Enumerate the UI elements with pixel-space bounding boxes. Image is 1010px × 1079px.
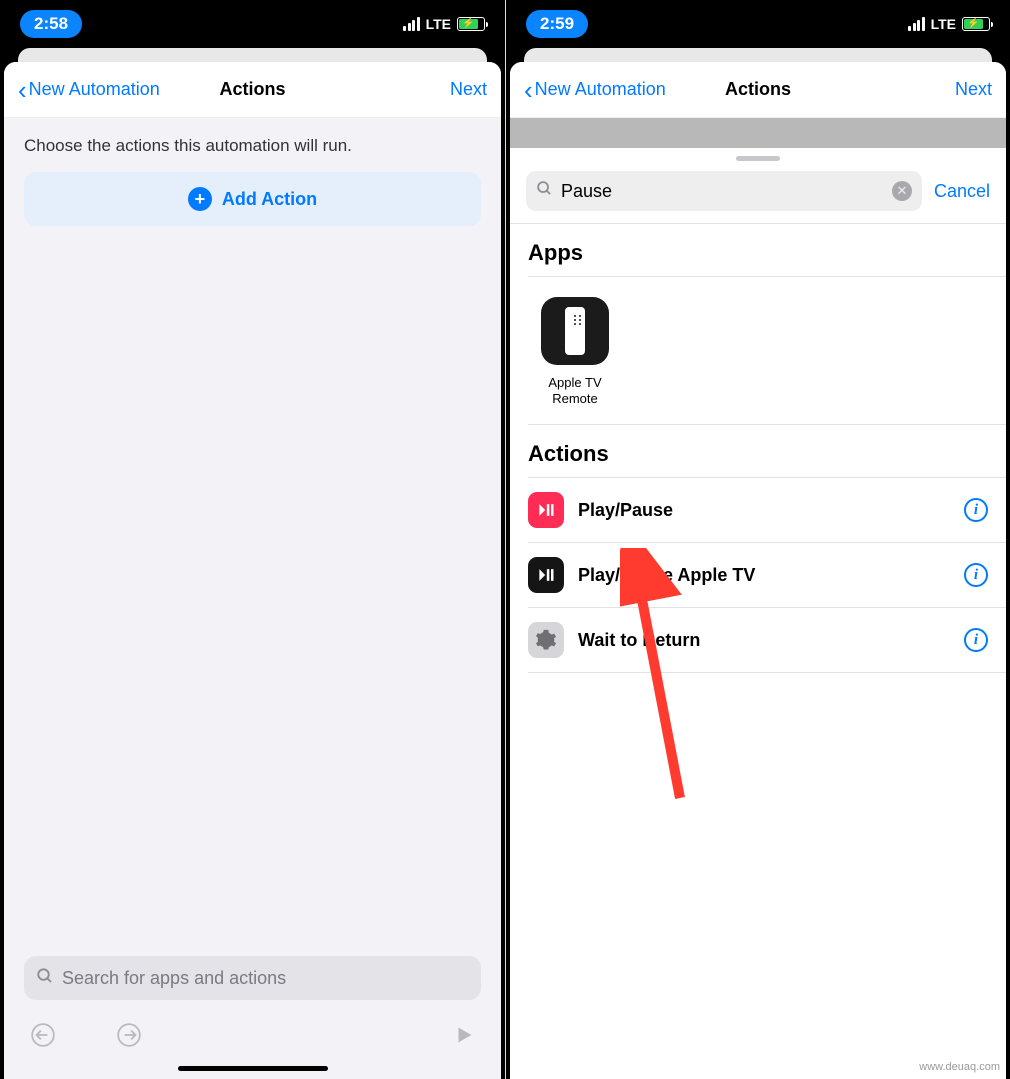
- status-right: LTE ⚡: [403, 16, 485, 32]
- battery-icon: ⚡: [962, 17, 990, 31]
- battery-icon: ⚡: [457, 17, 485, 31]
- search-placeholder: Search for apps and actions: [62, 968, 286, 989]
- nav-bar: ‹ New Automation Actions Next: [4, 62, 501, 118]
- charging-icon: ⚡: [462, 19, 474, 29]
- chevron-left-icon: ‹: [18, 77, 27, 103]
- app-label: Apple TV Remote: [528, 375, 622, 406]
- status-right: LTE ⚡: [908, 16, 990, 32]
- status-time: 2:59: [526, 10, 588, 38]
- status-bar: 2:59 LTE ⚡: [506, 0, 1010, 48]
- home-indicator: [178, 1066, 328, 1071]
- bottom-toolbar: [4, 1010, 501, 1066]
- phone-right: 2:59 LTE ⚡ ‹ New Automation Actions Next: [505, 0, 1010, 1079]
- back-label: New Automation: [29, 79, 160, 100]
- action-play-pause[interactable]: Play/Pause i: [510, 478, 1006, 542]
- hint-text: Choose the actions this automation will …: [4, 118, 501, 172]
- action-label: Play/Pause Apple TV: [578, 565, 950, 586]
- chevron-left-icon: ‹: [524, 77, 533, 103]
- add-action-label: Add Action: [222, 189, 317, 210]
- action-label: Wait to Return: [578, 630, 950, 651]
- watermark: www.deuaq.com: [919, 1061, 1000, 1073]
- card-stack-behind: [18, 48, 487, 62]
- status-time: 2:58: [20, 10, 82, 38]
- sheet-grabber[interactable]: [736, 156, 780, 161]
- cellular-signal-icon: [403, 17, 420, 31]
- search-input[interactable]: Search for apps and actions: [24, 956, 481, 1000]
- page-title: Actions: [725, 79, 791, 100]
- section-title-actions: Actions: [510, 425, 1006, 477]
- play-icon[interactable]: [453, 1024, 475, 1052]
- apple-tv-remote-icon: [541, 297, 609, 365]
- network-label: LTE: [426, 16, 451, 32]
- action-wait-to-return[interactable]: Wait to Return i: [510, 608, 1006, 672]
- nav-bar: ‹ New Automation Actions Next: [510, 62, 1006, 118]
- gear-icon: [528, 622, 564, 658]
- search-icon: [36, 967, 54, 990]
- redo-icon[interactable]: [116, 1022, 142, 1054]
- undo-icon[interactable]: [30, 1022, 56, 1054]
- info-button[interactable]: i: [964, 563, 988, 587]
- search-text[interactable]: [561, 181, 884, 202]
- action-label: Play/Pause: [578, 500, 950, 521]
- clear-search-button[interactable]: ✕: [892, 181, 912, 201]
- cancel-button[interactable]: Cancel: [934, 181, 990, 202]
- add-action-button[interactable]: + Add Action: [24, 172, 481, 226]
- search-icon: [536, 180, 553, 202]
- network-label: LTE: [931, 16, 956, 32]
- back-label: New Automation: [535, 79, 666, 100]
- phone-left: 2:58 LTE ⚡ ‹ New Automation Actions Next…: [0, 0, 505, 1079]
- next-button[interactable]: Next: [450, 79, 487, 100]
- play-pause-icon: [528, 557, 564, 593]
- action-play-pause-apple-tv[interactable]: Play/Pause Apple TV i: [510, 543, 1006, 607]
- status-bar: 2:58 LTE ⚡: [0, 0, 505, 48]
- section-title-apps: Apps: [510, 224, 1006, 276]
- search-input[interactable]: ✕: [526, 171, 922, 211]
- page-title: Actions: [219, 79, 285, 100]
- sheet-backdrop: [510, 118, 1006, 148]
- plus-circle-icon: +: [188, 187, 212, 211]
- back-button[interactable]: ‹ New Automation: [18, 77, 160, 103]
- cellular-signal-icon: [908, 17, 925, 31]
- next-button[interactable]: Next: [955, 79, 992, 100]
- info-button[interactable]: i: [964, 628, 988, 652]
- card-stack-behind: [524, 48, 992, 62]
- play-pause-icon: [528, 492, 564, 528]
- charging-icon: ⚡: [967, 19, 979, 29]
- info-button[interactable]: i: [964, 498, 988, 522]
- back-button[interactable]: ‹ New Automation: [524, 77, 666, 103]
- search-sheet: ✕ Cancel Apps Apple TV Remote: [510, 148, 1006, 1079]
- app-apple-tv-remote[interactable]: Apple TV Remote: [528, 297, 622, 406]
